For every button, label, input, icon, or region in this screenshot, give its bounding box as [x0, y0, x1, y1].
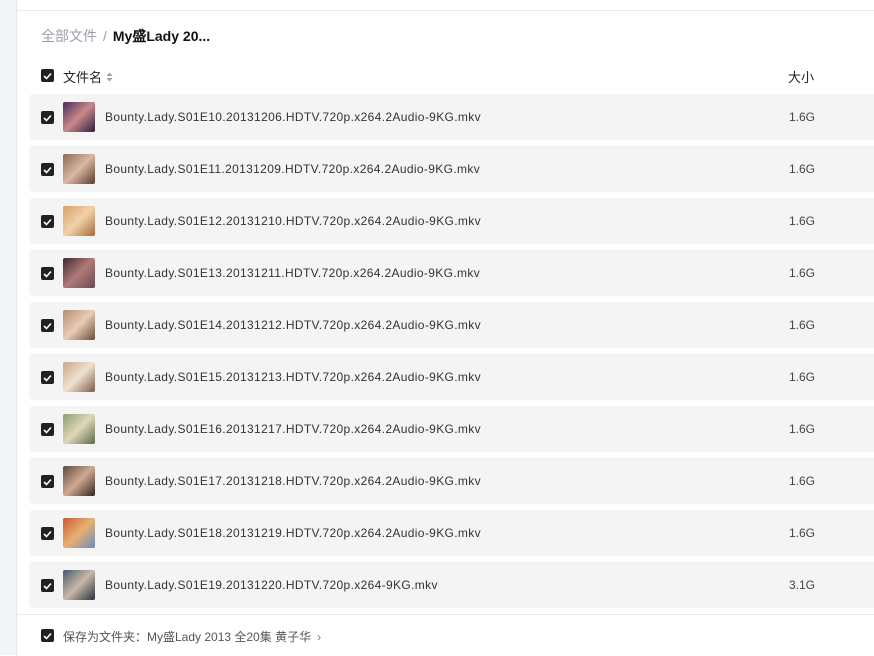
file-size: 1.6G	[789, 162, 816, 176]
select-all-checkbox[interactable]	[41, 69, 54, 82]
check-icon	[43, 270, 52, 278]
file-checkbox[interactable]	[41, 215, 54, 228]
file-name: Bounty.Lady.S01E12.20131210.HDTV.720p.x2…	[105, 214, 481, 228]
save-as-folder-checkbox[interactable]	[41, 629, 54, 642]
check-icon	[43, 530, 52, 538]
file-row[interactable]: Bounty.Lady.S01E19.20131220.HDTV.720p.x2…	[29, 562, 874, 608]
file-row[interactable]: Bounty.Lady.S01E15.20131213.HDTV.720p.x2…	[29, 354, 874, 400]
file-checkbox[interactable]	[41, 163, 54, 176]
video-thumbnail	[63, 518, 95, 548]
file-size: 1.6G	[789, 110, 816, 124]
check-icon	[43, 322, 52, 330]
check-icon	[43, 374, 52, 382]
file-row[interactable]: Bounty.Lady.S01E13.20131211.HDTV.720p.x2…	[29, 250, 874, 296]
file-checkbox[interactable]	[41, 423, 54, 436]
footer-bar: 保存为文件夹：My盛Lady 2013 全20集 黄子华 ›	[17, 614, 874, 656]
file-row[interactable]: Bounty.Lady.S01E17.20131218.HDTV.720p.x2…	[29, 458, 874, 504]
column-header-name-label: 文件名	[63, 70, 103, 85]
sort-icon[interactable]	[106, 72, 113, 82]
left-sidebar-edge	[0, 0, 17, 655]
file-row[interactable]: Bounty.Lady.S01E14.20131212.HDTV.720p.x2…	[29, 302, 874, 348]
breadcrumb-separator: /	[103, 28, 107, 44]
check-icon	[43, 166, 52, 174]
file-size: 3.1G	[789, 578, 816, 592]
file-name: Bounty.Lady.S01E14.20131212.HDTV.720p.x2…	[105, 318, 481, 332]
file-name: Bounty.Lady.S01E11.20131209.HDTV.720p.x2…	[105, 162, 481, 176]
check-icon	[43, 218, 52, 226]
save-as-folder-label: 保存为文件夹：My盛Lady 2013 全20集 黄子华	[63, 630, 312, 644]
file-list: Bounty.Lady.S01E10.20131206.HDTV.720p.x2…	[29, 94, 874, 614]
file-checkbox[interactable]	[41, 475, 54, 488]
file-size: 1.6G	[789, 526, 816, 540]
breadcrumb-root-link[interactable]: 全部文件	[41, 26, 97, 46]
file-size: 1.6G	[789, 266, 816, 280]
file-name: Bounty.Lady.S01E17.20131218.HDTV.720p.x2…	[105, 474, 481, 488]
top-divider	[17, 0, 874, 11]
file-list-header: 文件名 大小	[41, 66, 874, 86]
breadcrumb: 全部文件 / My盛Lady 20...	[41, 26, 210, 46]
video-thumbnail	[63, 414, 95, 444]
file-size: 1.6G	[789, 422, 816, 436]
file-checkbox[interactable]	[41, 267, 54, 280]
file-name: Bounty.Lady.S01E15.20131213.HDTV.720p.x2…	[105, 370, 481, 384]
chevron-right-icon: ›	[317, 629, 322, 644]
file-row[interactable]: Bounty.Lady.S01E16.20131217.HDTV.720p.x2…	[29, 406, 874, 452]
video-thumbnail	[63, 310, 95, 340]
check-icon	[43, 426, 52, 434]
video-thumbnail	[63, 102, 95, 132]
column-header-name[interactable]: 文件名	[63, 67, 113, 86]
file-checkbox[interactable]	[41, 371, 54, 384]
video-thumbnail	[63, 258, 95, 288]
file-checkbox[interactable]	[41, 319, 54, 332]
file-row[interactable]: Bounty.Lady.S01E12.20131210.HDTV.720p.x2…	[29, 198, 874, 244]
check-icon	[43, 632, 52, 640]
file-size: 1.6G	[789, 474, 816, 488]
check-icon	[43, 72, 52, 80]
file-checkbox[interactable]	[41, 111, 54, 124]
video-thumbnail	[63, 206, 95, 236]
video-thumbnail	[63, 570, 95, 600]
file-checkbox[interactable]	[41, 579, 54, 592]
file-size: 1.6G	[789, 214, 816, 228]
file-name: Bounty.Lady.S01E13.20131211.HDTV.720p.x2…	[105, 266, 481, 280]
file-row[interactable]: Bounty.Lady.S01E11.20131209.HDTV.720p.x2…	[29, 146, 874, 192]
check-icon	[43, 478, 52, 486]
file-size: 1.6G	[789, 370, 816, 384]
file-row[interactable]: Bounty.Lady.S01E18.20131219.HDTV.720p.x2…	[29, 510, 874, 556]
file-row[interactable]: Bounty.Lady.S01E10.20131206.HDTV.720p.x2…	[29, 94, 874, 140]
file-name: Bounty.Lady.S01E16.20131217.HDTV.720p.x2…	[105, 422, 481, 436]
breadcrumb-current-folder: My盛Lady 20...	[112, 28, 211, 44]
file-name: Bounty.Lady.S01E10.20131206.HDTV.720p.x2…	[105, 110, 481, 124]
video-thumbnail	[63, 154, 95, 184]
check-icon	[43, 114, 52, 122]
video-thumbnail	[63, 466, 95, 496]
column-header-size[interactable]: 大小	[788, 67, 814, 86]
video-thumbnail	[63, 362, 95, 392]
file-size: 1.6G	[789, 318, 816, 332]
file-checkbox[interactable]	[41, 527, 54, 540]
save-as-folder-option[interactable]: 保存为文件夹：My盛Lady 2013 全20集 黄子华 ›	[63, 628, 321, 645]
check-icon	[43, 582, 52, 590]
file-name: Bounty.Lady.S01E18.20131219.HDTV.720p.x2…	[105, 526, 481, 540]
file-name: Bounty.Lady.S01E19.20131220.HDTV.720p.x2…	[105, 578, 438, 592]
